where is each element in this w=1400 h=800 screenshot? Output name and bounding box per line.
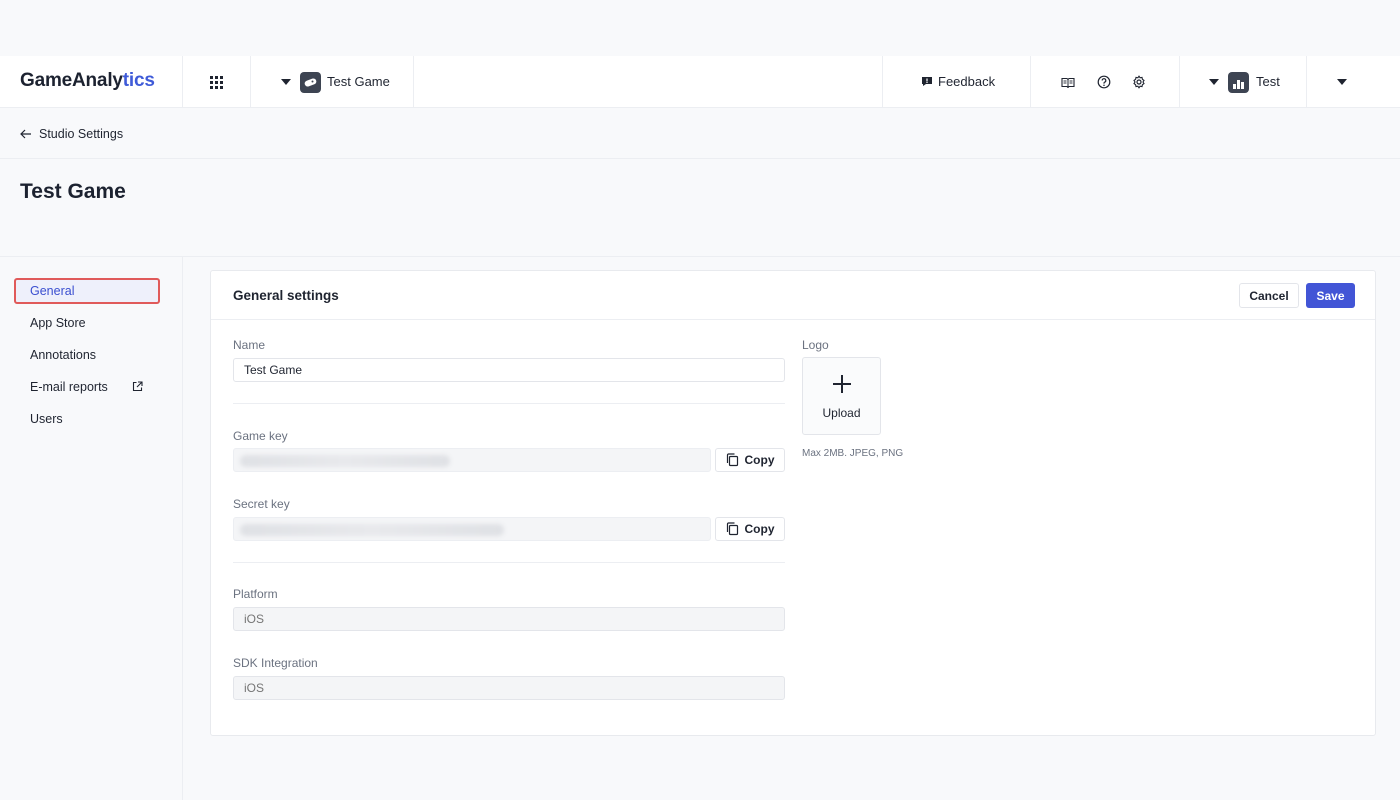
sidebar-item-label: Users bbox=[30, 412, 63, 426]
sidebar-item-label: E-mail reports bbox=[30, 380, 108, 394]
cancel-button[interactable]: Cancel bbox=[1239, 283, 1299, 308]
settings-sidebar: General App Store Annotations E-mail rep… bbox=[14, 278, 160, 438]
sidebar-item-label: Annotations bbox=[30, 348, 97, 362]
copy-label: Copy bbox=[744, 522, 775, 536]
game-key-label: Game key bbox=[233, 429, 288, 443]
brand-logo[interactable]: GameAnalytics bbox=[20, 70, 155, 92]
panel-header: General settings Cancel Save bbox=[211, 271, 1375, 320]
divider bbox=[233, 562, 785, 563]
game-name: Test Game bbox=[327, 74, 390, 89]
caret-down-icon bbox=[281, 79, 291, 85]
logo-hint: Max 2MB. JPEG, PNG bbox=[802, 448, 904, 459]
studio-avatar bbox=[1228, 72, 1249, 93]
breadcrumb: Studio Settings bbox=[0, 108, 1400, 159]
gear-icon[interactable] bbox=[1130, 73, 1148, 91]
sdk-integration-field[interactable] bbox=[233, 676, 785, 700]
arrow-left-icon bbox=[20, 129, 31, 139]
feedback-icon bbox=[922, 77, 932, 86]
caret-down-icon bbox=[1209, 79, 1219, 85]
game-key-field[interactable] bbox=[233, 448, 711, 472]
account-menu-caret-icon[interactable] bbox=[1337, 79, 1347, 85]
name-label: Name bbox=[233, 338, 266, 352]
studio-name: Test bbox=[1256, 74, 1280, 89]
back-to-studio-settings-link[interactable]: Studio Settings bbox=[20, 127, 123, 141]
platform-label: Platform bbox=[233, 587, 278, 601]
platform-field[interactable] bbox=[233, 607, 785, 631]
divider bbox=[182, 56, 183, 108]
divider bbox=[413, 56, 414, 108]
copy-icon bbox=[726, 522, 738, 536]
external-link-icon bbox=[132, 381, 143, 392]
logo-label: Logo bbox=[802, 338, 829, 352]
game-avatar bbox=[300, 72, 321, 93]
brand-text-accent: tics bbox=[122, 70, 155, 91]
sidebar-item-users[interactable]: Users bbox=[14, 406, 160, 432]
brand-text: GameAna bbox=[20, 70, 108, 91]
sidebar-item-annotations[interactable]: Annotations bbox=[14, 342, 160, 368]
sidebar-item-label: General bbox=[30, 284, 75, 298]
copy-secret-key-button[interactable]: Copy bbox=[715, 517, 785, 541]
page-title: Test Game bbox=[20, 180, 126, 203]
top-navigation-bar: GameAnalytics Test Game Feedback Test bbox=[0, 56, 1400, 108]
apps-grid-icon[interactable] bbox=[210, 76, 223, 89]
logo-upload-button[interactable]: Upload bbox=[802, 357, 881, 435]
divider bbox=[233, 403, 785, 404]
plus-icon bbox=[833, 375, 851, 393]
sidebar-item-label: App Store bbox=[30, 316, 86, 330]
sidebar-item-email-reports[interactable]: E-mail reports bbox=[14, 374, 160, 400]
secret-key-label: Secret key bbox=[233, 497, 290, 511]
divider bbox=[0, 256, 1400, 257]
copy-game-key-button[interactable]: Copy bbox=[715, 448, 785, 472]
docs-book-icon[interactable] bbox=[1059, 73, 1077, 91]
divider bbox=[1306, 56, 1307, 108]
divider bbox=[182, 257, 183, 800]
general-settings-panel: General settings Cancel Save Name Game k… bbox=[210, 270, 1376, 736]
divider bbox=[250, 56, 251, 108]
help-icon[interactable] bbox=[1095, 73, 1113, 91]
divider bbox=[1030, 56, 1031, 108]
studio-selector[interactable]: Test bbox=[1208, 56, 1298, 108]
copy-label: Copy bbox=[744, 453, 775, 467]
divider bbox=[1179, 56, 1180, 108]
sidebar-item-app-store[interactable]: App Store bbox=[14, 310, 160, 336]
upload-label: Upload bbox=[822, 406, 861, 420]
feedback-button[interactable]: Feedback bbox=[921, 74, 995, 89]
gamepad-icon bbox=[304, 78, 317, 87]
feedback-label: Feedback bbox=[938, 74, 996, 89]
sdk-integration-label: SDK Integration bbox=[233, 656, 318, 670]
panel-title: General settings bbox=[233, 288, 339, 303]
divider bbox=[882, 56, 883, 108]
sidebar-item-general[interactable]: General bbox=[14, 278, 160, 304]
copy-icon bbox=[726, 453, 738, 467]
name-field[interactable] bbox=[233, 358, 785, 382]
save-button[interactable]: Save bbox=[1306, 283, 1355, 308]
brand-text: ly bbox=[107, 70, 123, 91]
secret-key-field[interactable] bbox=[233, 517, 711, 541]
back-link-label: Studio Settings bbox=[39, 127, 124, 141]
